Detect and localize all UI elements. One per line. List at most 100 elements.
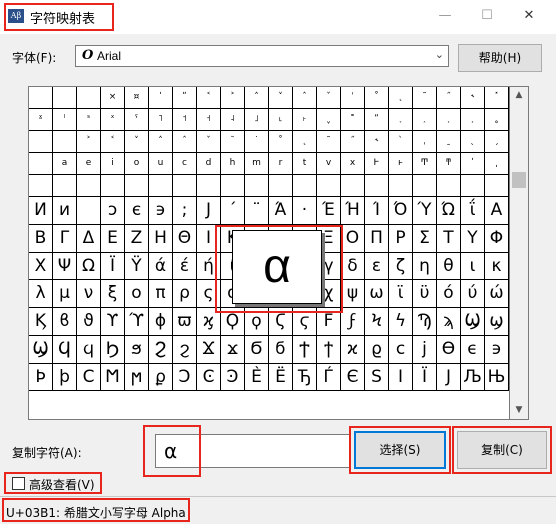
- char-cell[interactable]: ϐ: [53, 308, 77, 336]
- char-cell[interactable]: ˪: [269, 109, 293, 131]
- char-cell[interactable]: Ε: [101, 224, 125, 253]
- char-cell[interactable]: m: [245, 153, 269, 175]
- char-cell[interactable]: Ѕ: [365, 363, 389, 392]
- copy-button[interactable]: 复制(C): [457, 431, 547, 469]
- char-cell[interactable]: Ϥ: [53, 335, 77, 364]
- char-cell[interactable]: Ϝ: [317, 308, 341, 336]
- char-cell[interactable]: ˤ: [125, 109, 149, 131]
- char-cell[interactable]: ϱ: [365, 335, 389, 364]
- char-cell[interactable]: Ί: [365, 197, 389, 225]
- char-cell[interactable]: ϓ: [125, 308, 149, 336]
- char-cell[interactable]: θ: [437, 252, 461, 281]
- char-cell[interactable]: Ϣ: [29, 335, 53, 364]
- char-cell[interactable]: Α: [485, 197, 509, 225]
- char-cell[interactable]: ˅: [125, 131, 149, 153]
- advanced-view-checkbox[interactable]: [12, 477, 25, 490]
- char-cell[interactable]: ό: [437, 280, 461, 308]
- char-cell[interactable]: ˫: [293, 109, 317, 131]
- char-cell[interactable]: ˨: [221, 109, 245, 131]
- char-cell[interactable]: Є: [341, 363, 365, 392]
- char-cell[interactable]: ˈ: [341, 87, 365, 109]
- char-cell[interactable]: ϩ: [173, 335, 197, 364]
- char-cell[interactable]: ˘: [221, 131, 245, 153]
- char-cell[interactable]: ι: [461, 252, 485, 281]
- char-cell[interactable]: Ϙ: [221, 308, 245, 336]
- char-cell[interactable]: ˂: [101, 131, 125, 153]
- char-cell[interactable]: Ο: [341, 224, 365, 253]
- char-cell[interactable]: ´: [221, 197, 245, 225]
- char-cell[interactable]: ϋ: [413, 280, 437, 308]
- char-cell[interactable]: Τ: [437, 224, 461, 253]
- char-cell[interactable]: ϖ: [173, 308, 197, 336]
- char-cell[interactable]: i: [101, 153, 125, 175]
- char-cell[interactable]: ξ: [101, 280, 125, 308]
- copy-characters-input[interactable]: α: [155, 434, 350, 468]
- char-cell[interactable]: [53, 175, 77, 197]
- char-cell[interactable]: ϼ: [149, 363, 173, 392]
- grid-scrollbar[interactable]: ▲ ▼: [510, 86, 529, 420]
- char-cell[interactable]: ν: [77, 280, 101, 308]
- char-cell[interactable]: Ї: [413, 363, 437, 392]
- char-cell[interactable]: ˲: [461, 109, 485, 131]
- char-cell[interactable]: И: [29, 197, 53, 225]
- char-cell[interactable]: Ώ: [437, 197, 461, 225]
- char-cell[interactable]: ˚: [269, 131, 293, 153]
- char-cell[interactable]: ϑ: [77, 308, 101, 336]
- char-cell[interactable]: ˅: [269, 87, 293, 109]
- char-cell[interactable]: v: [317, 153, 341, 175]
- char-cell[interactable]: [29, 87, 53, 109]
- minimize-button[interactable]: —: [430, 4, 460, 28]
- char-cell[interactable]: [101, 175, 125, 197]
- char-cell[interactable]: ͱ: [389, 153, 413, 175]
- char-cell[interactable]: Ρ: [389, 224, 413, 253]
- char-cell[interactable]: ϒ: [101, 308, 125, 336]
- char-cell[interactable]: ˏ: [485, 131, 509, 153]
- char-cell[interactable]: ϛ: [293, 308, 317, 336]
- char-cell[interactable]: ʹ: [149, 87, 173, 109]
- char-cell[interactable]: ˍ: [437, 131, 461, 153]
- char-cell[interactable]: ·: [293, 197, 317, 225]
- char-cell[interactable]: и: [53, 197, 77, 225]
- char-cell[interactable]: ς: [197, 280, 221, 308]
- char-cell[interactable]: ϶: [149, 197, 173, 225]
- char-cell[interactable]: Ϲ: [77, 363, 101, 392]
- char-cell[interactable]: a: [53, 153, 77, 175]
- char-cell[interactable]: Ͻ: [173, 363, 197, 392]
- char-cell[interactable]: ˬ: [317, 109, 341, 131]
- char-cell[interactable]: η: [413, 252, 437, 281]
- char-cell[interactable]: Ι: [197, 224, 221, 253]
- char-cell[interactable]: ά: [149, 252, 173, 281]
- char-cell[interactable]: ϶: [485, 335, 509, 364]
- char-cell[interactable]: ͵: [485, 153, 509, 175]
- char-cell[interactable]: Ϭ: [245, 335, 269, 364]
- char-cell[interactable]: ύ: [461, 280, 485, 308]
- char-cell[interactable]: ϝ: [341, 308, 365, 336]
- char-cell[interactable]: Ύ: [413, 197, 437, 225]
- char-cell[interactable]: d: [197, 153, 221, 175]
- char-cell[interactable]: Ϻ: [101, 363, 125, 392]
- char-cell[interactable]: [221, 175, 245, 197]
- char-cell[interactable]: ɔ: [101, 197, 125, 225]
- help-button[interactable]: 帮助(H): [458, 44, 542, 72]
- char-cell[interactable]: І: [389, 363, 413, 392]
- char-cell[interactable]: ¤: [125, 87, 149, 109]
- char-cell[interactable]: [413, 175, 437, 197]
- char-cell[interactable]: ϰ: [341, 335, 365, 364]
- char-cell[interactable]: [29, 175, 53, 197]
- char-cell[interactable]: Ϣ: [461, 308, 485, 336]
- char-cell[interactable]: [341, 175, 365, 197]
- char-cell[interactable]: o: [125, 153, 149, 175]
- char-cell[interactable]: ϯ: [317, 335, 341, 364]
- char-cell[interactable]: ϊ: [389, 280, 413, 308]
- char-cell[interactable]: ˃: [77, 131, 101, 153]
- char-cell[interactable]: ˇ: [197, 131, 221, 153]
- char-cell[interactable]: [461, 175, 485, 197]
- char-cell[interactable]: [437, 175, 461, 197]
- char-cell[interactable]: r: [269, 153, 293, 175]
- char-cell[interactable]: έ: [173, 252, 197, 281]
- char-cell[interactable]: ˩: [245, 109, 269, 131]
- char-cell[interactable]: ˆ: [293, 87, 317, 109]
- char-cell[interactable]: Ω: [77, 252, 101, 281]
- char-cell[interactable]: ϴ: [437, 335, 461, 364]
- char-cell[interactable]: Њ: [485, 363, 509, 392]
